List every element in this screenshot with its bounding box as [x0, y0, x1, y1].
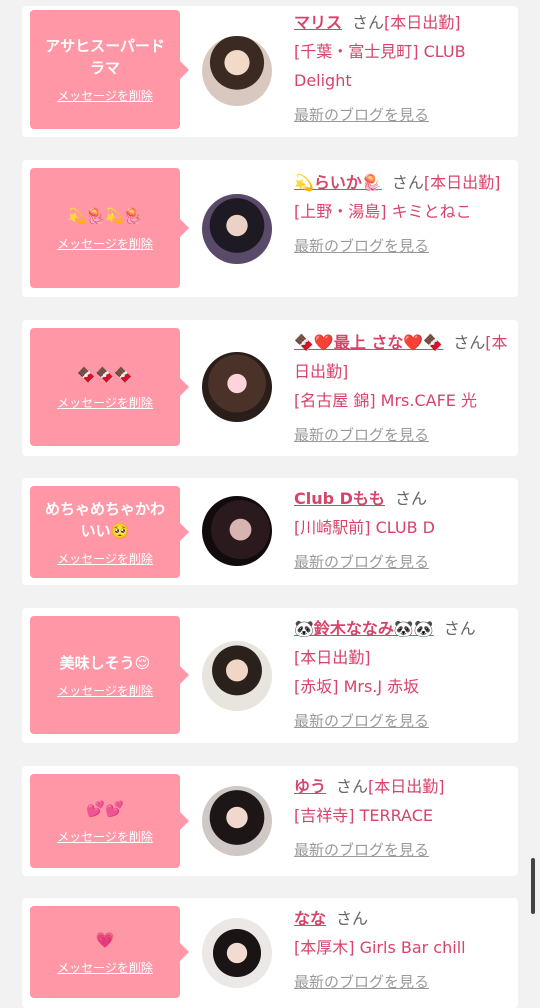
- avatar[interactable]: [202, 352, 272, 422]
- message-bubble: めちゃめちゃかわいい🥺 メッセージを削除: [30, 486, 189, 578]
- shop-location: [川崎駅前] CLUB D: [294, 518, 435, 537]
- shop-location: [名古屋 錦] Mrs.CAFE 光: [294, 391, 477, 410]
- cast-info: ゆう さん[本日出勤] [吉祥寺] TERRACE 最新のブログを見る: [294, 772, 509, 865]
- work-status: [本日出勤]: [423, 173, 501, 192]
- shop-location: [千葉・富士見町] CLUB Delight: [294, 42, 466, 90]
- cast-info: Club Dもも さん [川崎駅前] CLUB D 最新のブログを見る: [294, 484, 509, 577]
- latest-blog-link[interactable]: 最新のブログを見る: [294, 421, 429, 450]
- honorific: さん: [443, 619, 476, 638]
- message-card: アサヒスーパードラマ メッセージを削除 マリス さん[本日出勤] [千葉・富士見町…: [22, 6, 518, 137]
- message-text: 💕💕: [86, 799, 124, 818]
- message-text: 🍫🍫🍫: [76, 365, 134, 384]
- message-bubble: 💕💕 メッセージを削除: [30, 774, 189, 868]
- cast-name-link[interactable]: Club Dもも: [294, 489, 385, 508]
- message-card: めちゃめちゃかわいい🥺 メッセージを削除 Club Dもも さん [川崎駅前] C…: [22, 478, 518, 585]
- latest-blog-link[interactable]: 最新のブログを見る: [294, 548, 429, 577]
- message-bubble: 💫🪼💫🪼 メッセージを削除: [30, 168, 189, 288]
- delete-message-link[interactable]: メッセージを削除: [57, 87, 153, 104]
- work-status: [本日出勤]: [294, 648, 371, 667]
- shop-location: [本厚木] Girls Bar chill: [294, 938, 466, 957]
- cast-name-link[interactable]: 🍫❤️最上 さな❤️🍫: [294, 333, 443, 352]
- honorific: さん: [352, 13, 385, 32]
- work-status: [本日出勤]: [368, 777, 445, 796]
- honorific: さん: [336, 909, 369, 928]
- message-card: 💗 メッセージを削除 なな さん [本厚木] Girls Bar chill 最新…: [22, 898, 518, 1008]
- cast-name-link[interactable]: なな: [294, 909, 326, 928]
- cast-info: なな さん [本厚木] Girls Bar chill 最新のブログを見る: [294, 904, 509, 997]
- cast-info: 💫らいか🪼 さん[本日出勤] [上野・湯島] キミとねこ 最新のブログを見る: [294, 168, 509, 261]
- cast-name-link[interactable]: ゆう: [294, 777, 326, 796]
- avatar[interactable]: [202, 786, 272, 856]
- message-text: 💗: [95, 930, 115, 949]
- message-text: 💫🪼💫🪼: [67, 206, 143, 225]
- shop-location: [上野・湯島] キミとねこ: [294, 202, 472, 221]
- avatar[interactable]: [202, 496, 272, 566]
- cast-name-link[interactable]: 🐼鈴木ななみ🐼🐼: [294, 619, 434, 638]
- shop-location: [赤坂] Mrs.J 赤坂: [294, 677, 420, 696]
- message-bubble: 🍫🍫🍫 メッセージを削除: [30, 328, 189, 446]
- honorific: さん: [391, 173, 424, 192]
- message-card: 美味しそう😌 メッセージを削除 🐼鈴木ななみ🐼🐼 さん [本日出勤] [赤坂] M…: [22, 608, 518, 743]
- message-text: アサヒスーパードラマ: [45, 37, 165, 77]
- latest-blog-link[interactable]: 最新のブログを見る: [294, 232, 429, 261]
- message-bubble: アサヒスーパードラマ メッセージを削除: [30, 10, 189, 129]
- delete-message-link[interactable]: メッセージを削除: [57, 828, 153, 845]
- avatar[interactable]: [202, 36, 272, 106]
- delete-message-link[interactable]: メッセージを削除: [57, 550, 153, 567]
- delete-message-link[interactable]: メッセージを削除: [57, 235, 153, 252]
- message-bubble: 💗 メッセージを削除: [30, 906, 189, 998]
- latest-blog-link[interactable]: 最新のブログを見る: [294, 101, 429, 130]
- message-card: 💫🪼💫🪼 メッセージを削除 💫らいか🪼 さん[本日出勤] [上野・湯島] キミとね…: [22, 160, 518, 297]
- avatar[interactable]: [202, 641, 272, 711]
- delete-message-link[interactable]: メッセージを削除: [57, 959, 153, 976]
- avatar[interactable]: [202, 194, 272, 264]
- message-text: 美味しそう😌: [59, 653, 151, 672]
- honorific: さん: [394, 489, 427, 508]
- message-text: めちゃめちゃかわいい🥺: [44, 499, 165, 540]
- latest-blog-link[interactable]: 最新のブログを見る: [294, 968, 429, 997]
- latest-blog-link[interactable]: 最新のブログを見る: [294, 836, 429, 865]
- cast-name-link[interactable]: マリス: [294, 13, 342, 32]
- work-status: [本日出勤]: [384, 13, 461, 32]
- cast-name-link[interactable]: 💫らいか🪼: [294, 173, 382, 192]
- scrollbar[interactable]: [531, 858, 535, 914]
- cast-info: マリス さん[本日出勤] [千葉・富士見町] CLUB Delight 最新のブロ…: [294, 8, 509, 130]
- cast-info: 🍫❤️最上 さな❤️🍫 さん[本日出勤] [名古屋 錦] Mrs.CAFE 光 最…: [294, 328, 509, 450]
- delete-message-link[interactable]: メッセージを削除: [57, 394, 153, 411]
- message-card: 💕💕 メッセージを削除 ゆう さん[本日出勤] [吉祥寺] TERRACE 最新の…: [22, 766, 518, 876]
- message-card: 🍫🍫🍫 メッセージを削除 🍫❤️最上 さな❤️🍫 さん[本日出勤] [名古屋 錦]…: [22, 320, 518, 456]
- shop-location: [吉祥寺] TERRACE: [294, 806, 433, 825]
- honorific: さん: [336, 777, 369, 796]
- honorific: さん: [453, 333, 486, 352]
- message-bubble: 美味しそう😌 メッセージを削除: [30, 616, 189, 734]
- delete-message-link[interactable]: メッセージを削除: [57, 682, 153, 699]
- latest-blog-link[interactable]: 最新のブログを見る: [294, 707, 429, 736]
- avatar[interactable]: [202, 918, 272, 988]
- cast-info: 🐼鈴木ななみ🐼🐼 さん [本日出勤] [赤坂] Mrs.J 赤坂 最新のブログを見…: [294, 614, 509, 736]
